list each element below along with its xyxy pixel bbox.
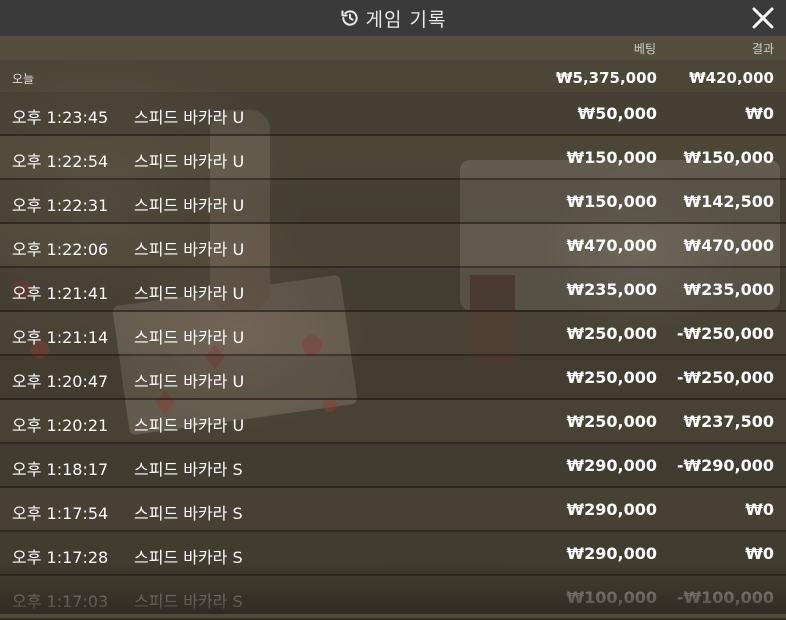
- row-result: ₩235,000: [683, 280, 774, 299]
- row-time: 오후 1:21:14: [12, 328, 109, 347]
- close-icon: [752, 7, 774, 29]
- row-bet: ₩470,000: [566, 236, 657, 255]
- row-result: ₩0: [745, 104, 774, 123]
- summary-row: 오늘 ₩5,375,000 ₩420,000: [0, 60, 786, 93]
- history-list: 오후 1:23:45 스피드 바카라 U ₩50,000 ₩0 오후 1:22:…: [0, 92, 786, 620]
- history-row[interactable]: 오후 1:18:17 스피드 바카라 S ₩290,000 -₩290,000: [0, 444, 786, 488]
- row-game: 스피드 바카라 S: [134, 548, 243, 567]
- row-bet: ₩290,000: [566, 544, 657, 563]
- row-result: -₩290,000: [676, 456, 774, 475]
- row-time: 오후 1:22:31: [12, 196, 109, 215]
- row-result: ₩0: [745, 500, 774, 519]
- row-result: -₩250,000: [676, 368, 774, 387]
- row-time: 오후 1:20:21: [12, 416, 109, 435]
- row-time: 오후 1:17:28: [12, 548, 109, 567]
- row-result: ₩142,500: [683, 192, 774, 211]
- history-row[interactable]: 오후 1:23:45 스피드 바카라 U ₩50,000 ₩0: [0, 92, 786, 136]
- row-bet: ₩290,000: [566, 500, 657, 519]
- row-game: 스피드 바카라 U: [134, 152, 245, 171]
- row-bet: ₩150,000: [566, 192, 657, 211]
- history-row[interactable]: 오후 1:21:41 스피드 바카라 U ₩235,000 ₩235,000: [0, 268, 786, 312]
- row-game: 스피드 바카라 U: [134, 284, 245, 303]
- row-game: 스피드 바카라 U: [134, 372, 245, 391]
- row-time: 오후 1:20:47: [12, 372, 109, 391]
- row-game: 스피드 바카라 S: [134, 460, 243, 479]
- row-bet: ₩235,000: [566, 280, 657, 299]
- history-row[interactable]: 오후 1:20:47 스피드 바카라 U ₩250,000 -₩250,000: [0, 356, 786, 400]
- row-result: ₩237,500: [683, 412, 774, 431]
- row-time: 오후 1:18:17: [12, 460, 109, 479]
- row-bet: ₩250,000: [566, 324, 657, 343]
- row-bet: ₩150,000: [566, 148, 657, 167]
- summary-result-total: ₩420,000: [689, 69, 774, 87]
- row-time: 오후 1:23:45: [12, 108, 109, 127]
- row-game: 스피드 바카라 S: [134, 504, 243, 523]
- row-game: 스피드 바카라 U: [134, 328, 245, 347]
- column-header-result: 결과: [751, 42, 774, 56]
- row-bet: ₩50,000: [577, 104, 657, 123]
- row-game: 스피드 바카라 U: [134, 416, 245, 435]
- row-time: 오후 1:17:03: [12, 592, 109, 611]
- history-row[interactable]: 오후 1:21:14 스피드 바카라 U ₩250,000 -₩250,000: [0, 312, 786, 356]
- summary-bet-total: ₩5,375,000: [555, 69, 657, 87]
- column-header-bet: 베팅: [633, 42, 656, 56]
- close-button[interactable]: [750, 5, 776, 31]
- row-result: ₩0: [745, 544, 774, 563]
- header-bar: 게임 기록: [0, 0, 786, 36]
- row-bet: ₩290,000: [566, 456, 657, 475]
- row-game: 스피드 바카라 U: [134, 108, 245, 127]
- summary-label: 오늘: [12, 72, 35, 86]
- history-row[interactable]: 오후 1:17:54 스피드 바카라 S ₩290,000 ₩0: [0, 488, 786, 532]
- row-bet: ₩250,000: [566, 412, 657, 431]
- row-game: 스피드 바카라 U: [134, 196, 245, 215]
- history-icon: [340, 8, 360, 28]
- row-game: 스피드 바카라 S: [134, 592, 243, 611]
- row-bet: ₩100,000: [566, 588, 657, 607]
- history-row[interactable]: 오후 1:20:21 스피드 바카라 U ₩250,000 ₩237,500: [0, 400, 786, 444]
- history-row[interactable]: 오후 1:17:28 스피드 바카라 S ₩290,000 ₩0: [0, 532, 786, 576]
- row-game: 스피드 바카라 U: [134, 240, 245, 259]
- row-bet: ₩250,000: [566, 368, 657, 387]
- row-time: 오후 1:21:41: [12, 284, 109, 303]
- row-result: -₩100,000: [676, 588, 774, 607]
- history-row[interactable]: 오후 1:22:06 스피드 바카라 U ₩470,000 ₩470,000: [0, 224, 786, 268]
- row-result: ₩470,000: [683, 236, 774, 255]
- row-time: 오후 1:22:54: [12, 152, 109, 171]
- row-time: 오후 1:17:54: [12, 504, 109, 523]
- history-row[interactable]: 오후 1:22:54 스피드 바카라 U ₩150,000 ₩150,000: [0, 136, 786, 180]
- page-title: 게임 기록: [365, 8, 447, 31]
- history-row[interactable]: 오후 1:17:03 스피드 바카라 S ₩100,000 -₩100,000: [0, 576, 786, 620]
- row-result: ₩150,000: [683, 148, 774, 167]
- title-group: 게임 기록: [0, 0, 786, 36]
- history-row[interactable]: 오후 1:22:31 스피드 바카라 U ₩150,000 ₩142,500: [0, 180, 786, 224]
- row-time: 오후 1:22:06: [12, 240, 109, 259]
- row-result: -₩250,000: [676, 324, 774, 343]
